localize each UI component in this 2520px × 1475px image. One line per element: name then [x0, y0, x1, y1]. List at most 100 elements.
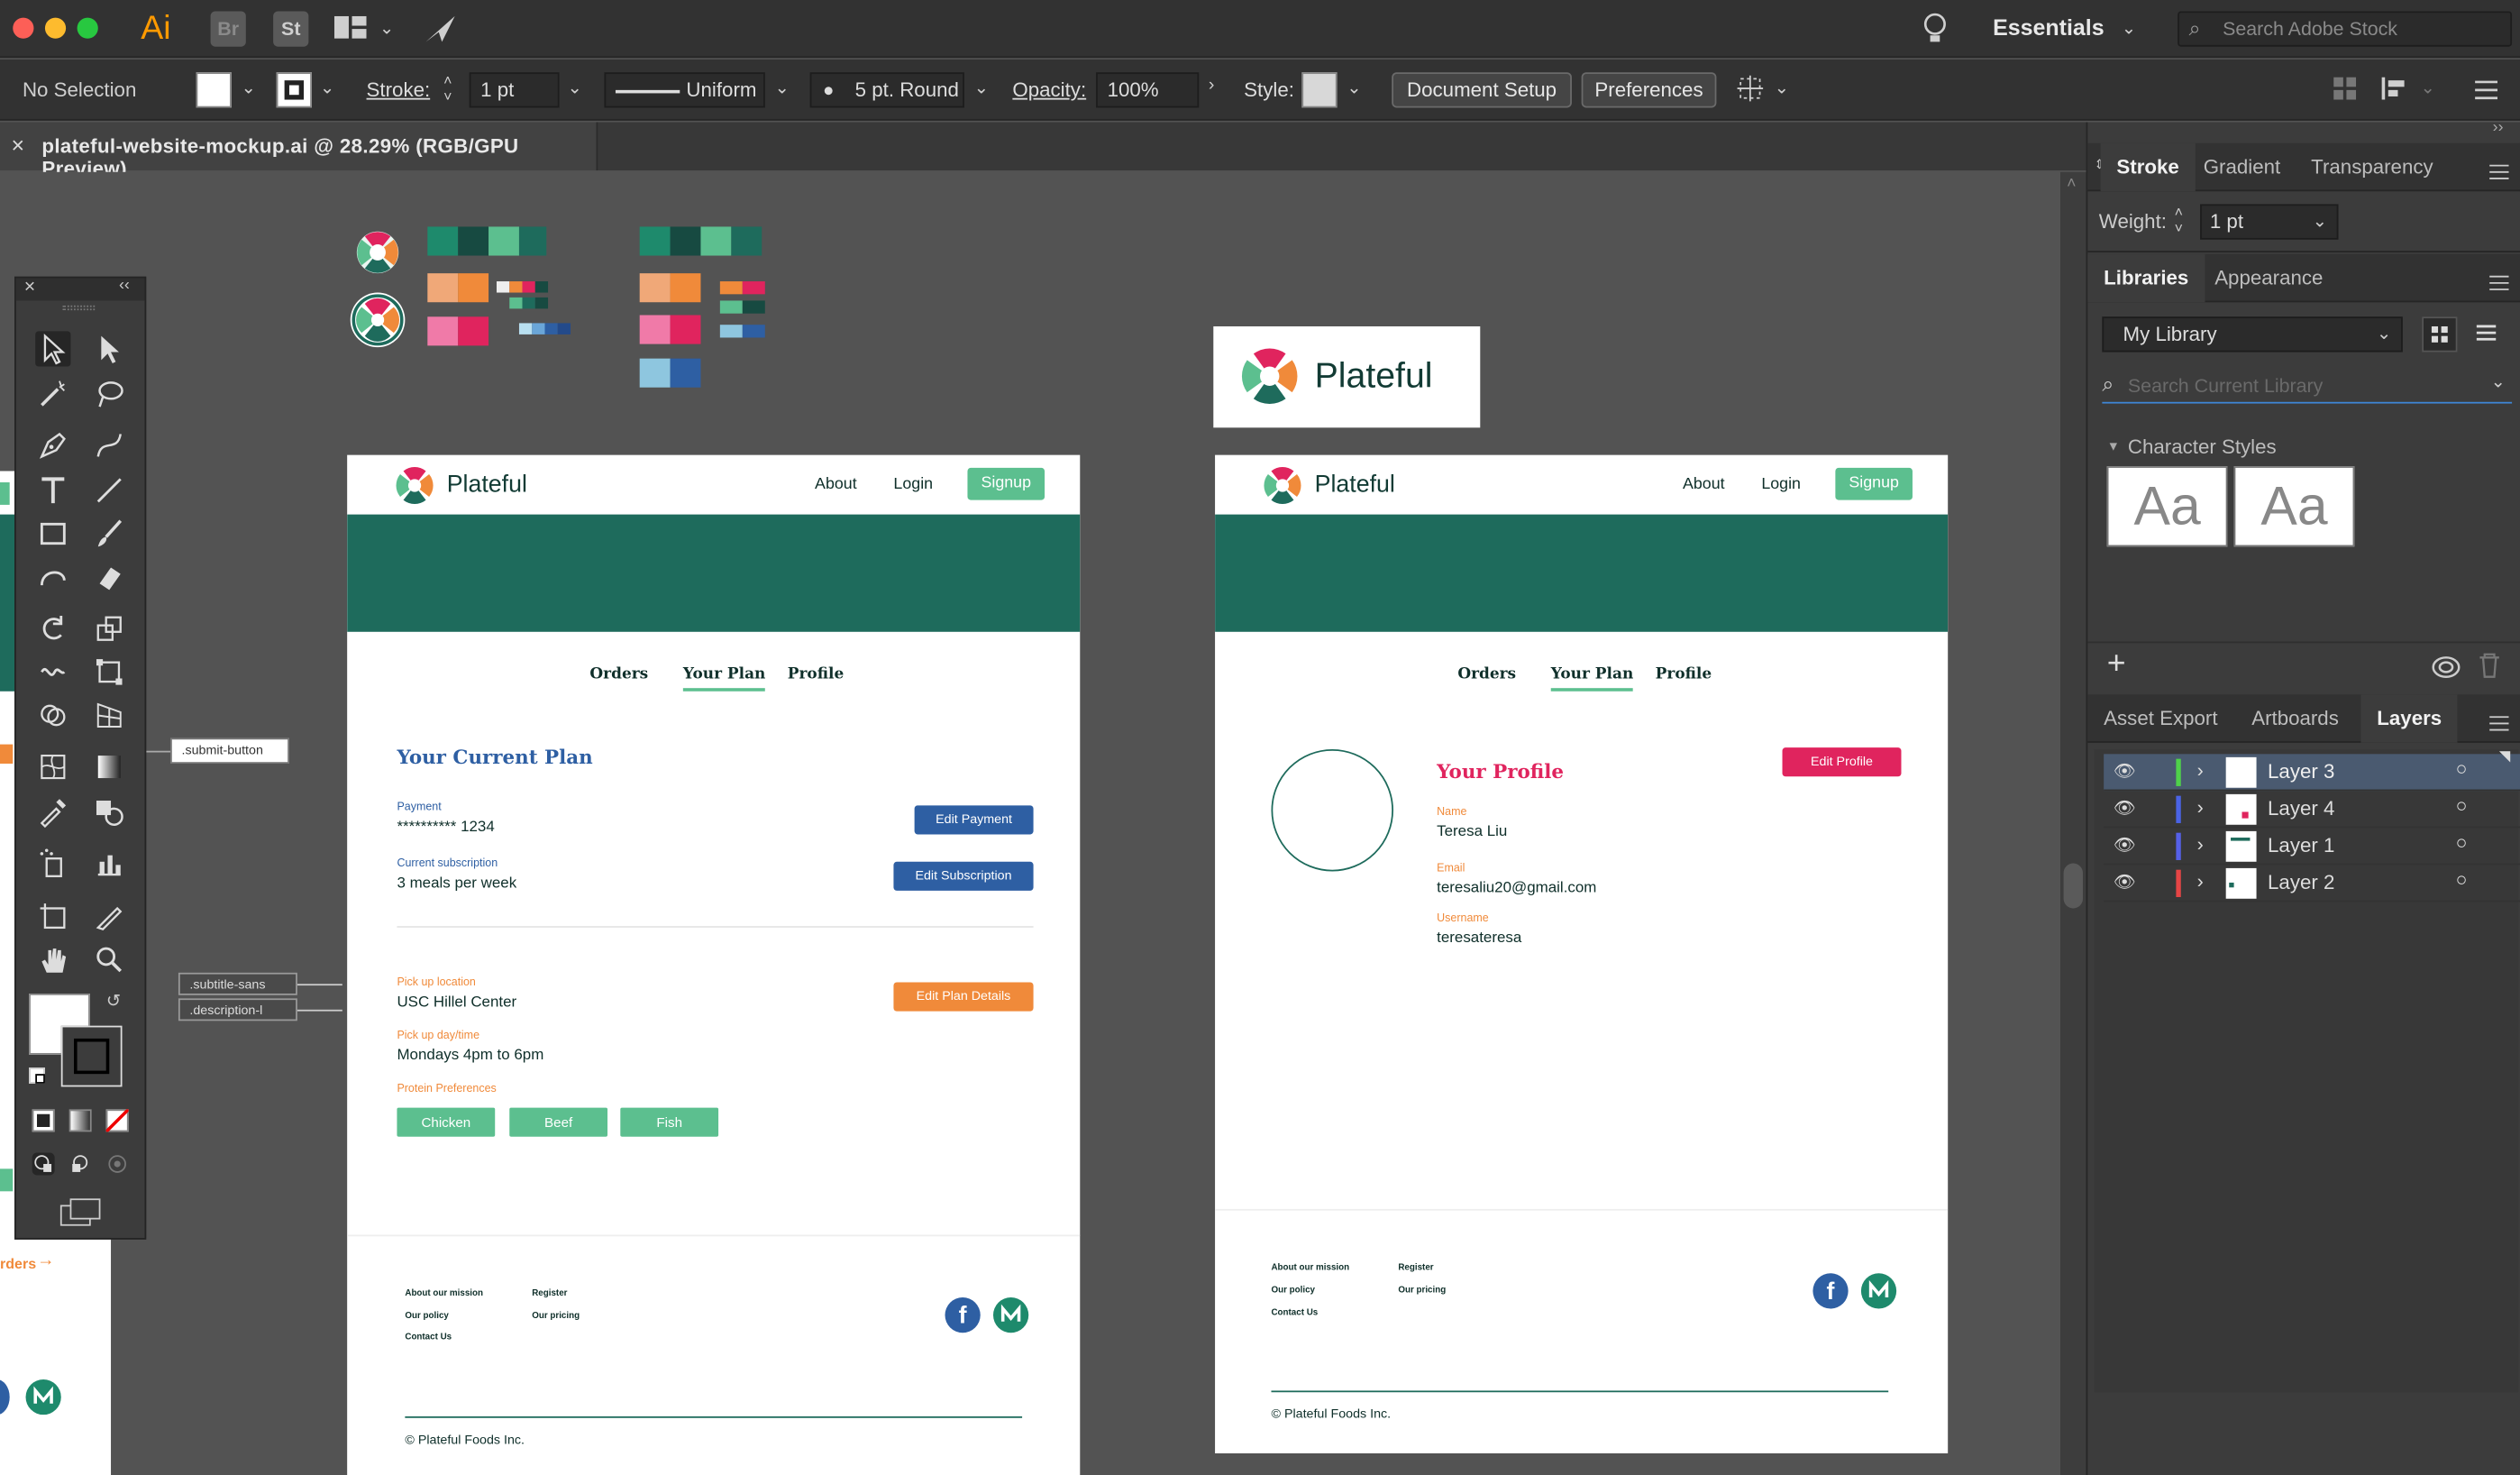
edit-subscription-button[interactable]: Edit Subscription: [893, 861, 1034, 891]
stroke-dropdown-icon[interactable]: ⌄: [320, 78, 334, 97]
screen-mode-icon[interactable]: [59, 1197, 101, 1226]
arrange-documents-icon[interactable]: [333, 15, 367, 39]
tab-profile[interactable]: Profile: [788, 665, 844, 683]
paintbrush-tool-icon[interactable]: [92, 516, 127, 551]
nav-about[interactable]: About: [815, 476, 857, 494]
artboard-tool-icon[interactable]: [35, 899, 70, 934]
nav-login[interactable]: Login: [1761, 476, 1801, 494]
expand-layer-icon[interactable]: ›: [2197, 759, 2204, 782]
chevron-right-icon[interactable]: ›: [1209, 76, 1215, 95]
tab-artboards[interactable]: Artboards: [2235, 694, 2354, 742]
stock-icon[interactable]: St: [273, 11, 309, 47]
shape-builder-tool-icon[interactable]: [35, 698, 70, 733]
tab-asset-export[interactable]: Asset Export: [2087, 694, 2233, 742]
creative-cloud-icon[interactable]: [2432, 655, 2461, 681]
footer-register[interactable]: Register: [1398, 1264, 1433, 1274]
add-icon[interactable]: +: [2107, 646, 2126, 683]
library-search-input[interactable]: ⌕ Search Current Library ⌄: [2102, 368, 2513, 404]
tab-transparency[interactable]: Transparency: [2295, 143, 2449, 191]
footer-register[interactable]: Register: [532, 1289, 567, 1299]
layer-name[interactable]: Layer 3: [2268, 760, 2334, 783]
canvas[interactable]: rders → Plateful Plateful About Login Si…: [0, 171, 2061, 1475]
mesh-tool-icon[interactable]: [35, 749, 70, 784]
footer-mission[interactable]: About our mission: [1271, 1264, 1349, 1274]
chevron-down-icon[interactable]: ⌄: [2122, 18, 2136, 38]
profile-artboard[interactable]: Plateful About Login Signup Orders Your …: [1215, 454, 1949, 1453]
collapse-icon[interactable]: ‹‹: [119, 277, 130, 295]
signup-button[interactable]: Signup: [967, 467, 1045, 500]
eye-icon[interactable]: 👁: [2114, 871, 2136, 892]
protein-fish[interactable]: Fish: [620, 1107, 719, 1137]
layer-row[interactable]: 👁 › Layer 4 ○: [2104, 791, 2520, 829]
opacity-label[interactable]: Opacity:: [1012, 78, 1086, 101]
scroll-up-icon[interactable]: ˄: [2067, 175, 2076, 193]
layer-name[interactable]: Layer 2: [2268, 871, 2334, 893]
footer-mission[interactable]: About our mission: [405, 1289, 483, 1299]
graphic-style-swatch[interactable]: [1301, 72, 1338, 108]
protein-beef[interactable]: Beef: [509, 1107, 608, 1137]
panel-menu-icon[interactable]: [2489, 160, 2509, 179]
type-tool-icon[interactable]: [35, 472, 70, 508]
tab-libraries[interactable]: Libraries: [2087, 253, 2205, 303]
eyedropper-tool-icon[interactable]: [35, 794, 70, 829]
symbol-sprayer-tool-icon[interactable]: [35, 846, 70, 881]
scale-tool-icon[interactable]: [92, 611, 127, 646]
nav-login[interactable]: Login: [893, 476, 933, 494]
variable-width-profile[interactable]: Uniform: [604, 72, 765, 108]
layer-name[interactable]: Layer 1: [2268, 834, 2334, 857]
chevron-down-icon[interactable]: ⌄: [379, 18, 394, 38]
stroke-label[interactable]: Stroke:: [367, 78, 431, 101]
draw-behind-icon[interactable]: [69, 1153, 92, 1176]
footer-contact[interactable]: Contact Us: [1271, 1308, 1318, 1318]
facebook-icon[interactable]: f: [1812, 1273, 1849, 1309]
edit-profile-button[interactable]: Edit Profile: [1782, 747, 1902, 777]
layer-row[interactable]: 👁 › Layer 2 ○: [2104, 865, 2520, 902]
stock-search-input[interactable]: ⌕ Search Adobe Stock: [2178, 11, 2513, 47]
brand-social-icon[interactable]: [1860, 1273, 1897, 1309]
publish-icon[interactable]: [423, 13, 458, 45]
chevron-down-icon[interactable]: ⌄: [1775, 78, 1789, 97]
submit-button-annotation[interactable]: .submit-button: [170, 738, 289, 765]
subtitle-annotation[interactable]: .subtitle-sans: [178, 972, 297, 995]
close-window-button[interactable]: [13, 17, 34, 39]
grid-view-icon[interactable]: [2422, 316, 2458, 353]
free-transform-tool-icon[interactable]: [92, 655, 127, 690]
workspace-switcher[interactable]: Essentials: [1993, 14, 2105, 41]
chevron-down-icon[interactable]: ⌄: [774, 78, 789, 97]
target-icon[interactable]: ○: [2456, 794, 2468, 817]
footer-pricing[interactable]: Our pricing: [1398, 1287, 1446, 1296]
description-annotation[interactable]: .description-l: [178, 998, 297, 1022]
zoom-tool-icon[interactable]: [92, 942, 127, 977]
delete-icon[interactable]: [2479, 653, 2501, 679]
tools-panel[interactable]: × ‹‹ ↺: [14, 275, 147, 1240]
canvas-vertical-scrollbar[interactable]: ˄: [2060, 171, 2086, 1475]
preferences-button[interactable]: Preferences: [1581, 72, 1717, 108]
blend-tool-icon[interactable]: [92, 794, 127, 829]
toolbox-header[interactable]: × ‹‹: [15, 275, 145, 301]
width-tool-icon[interactable]: [35, 655, 70, 690]
document-setup-button[interactable]: Document Setup: [1392, 72, 1572, 108]
distribute-icon[interactable]: [2380, 77, 2406, 100]
close-tab-icon[interactable]: ×: [11, 132, 24, 158]
character-styles-heading[interactable]: Character Styles: [2128, 435, 2277, 458]
close-icon[interactable]: ×: [24, 275, 36, 298]
lightbulb-icon[interactable]: [1922, 11, 1949, 46]
target-icon[interactable]: ○: [2456, 757, 2468, 780]
selection-tool-icon[interactable]: [35, 331, 71, 367]
panel-menu-icon[interactable]: [2475, 78, 2498, 100]
rectangle-tool-icon[interactable]: [35, 516, 70, 551]
tab-your-plan[interactable]: Your Plan: [1550, 665, 1634, 692]
gradient-mode-icon[interactable]: [68, 1109, 92, 1132]
eye-icon[interactable]: 👁: [2114, 834, 2136, 855]
hand-tool-icon[interactable]: [35, 942, 70, 977]
stroke-stepper[interactable]: ˄ ˅: [443, 72, 466, 107]
weight-stepper[interactable]: ˄ ˅: [2175, 204, 2197, 239]
curvature-tool-icon[interactable]: [92, 427, 127, 463]
footer-policy[interactable]: Our policy: [1271, 1287, 1315, 1296]
chevron-down-icon[interactable]: ⌄: [2491, 371, 2506, 392]
tab-layers[interactable]: Layers: [2360, 694, 2459, 743]
edit-payment-button[interactable]: Edit Payment: [914, 805, 1034, 835]
logo-artboard[interactable]: Plateful: [1213, 325, 1481, 428]
zoom-window-button[interactable]: [77, 17, 98, 39]
transform-icon[interactable]: [1736, 74, 1765, 103]
